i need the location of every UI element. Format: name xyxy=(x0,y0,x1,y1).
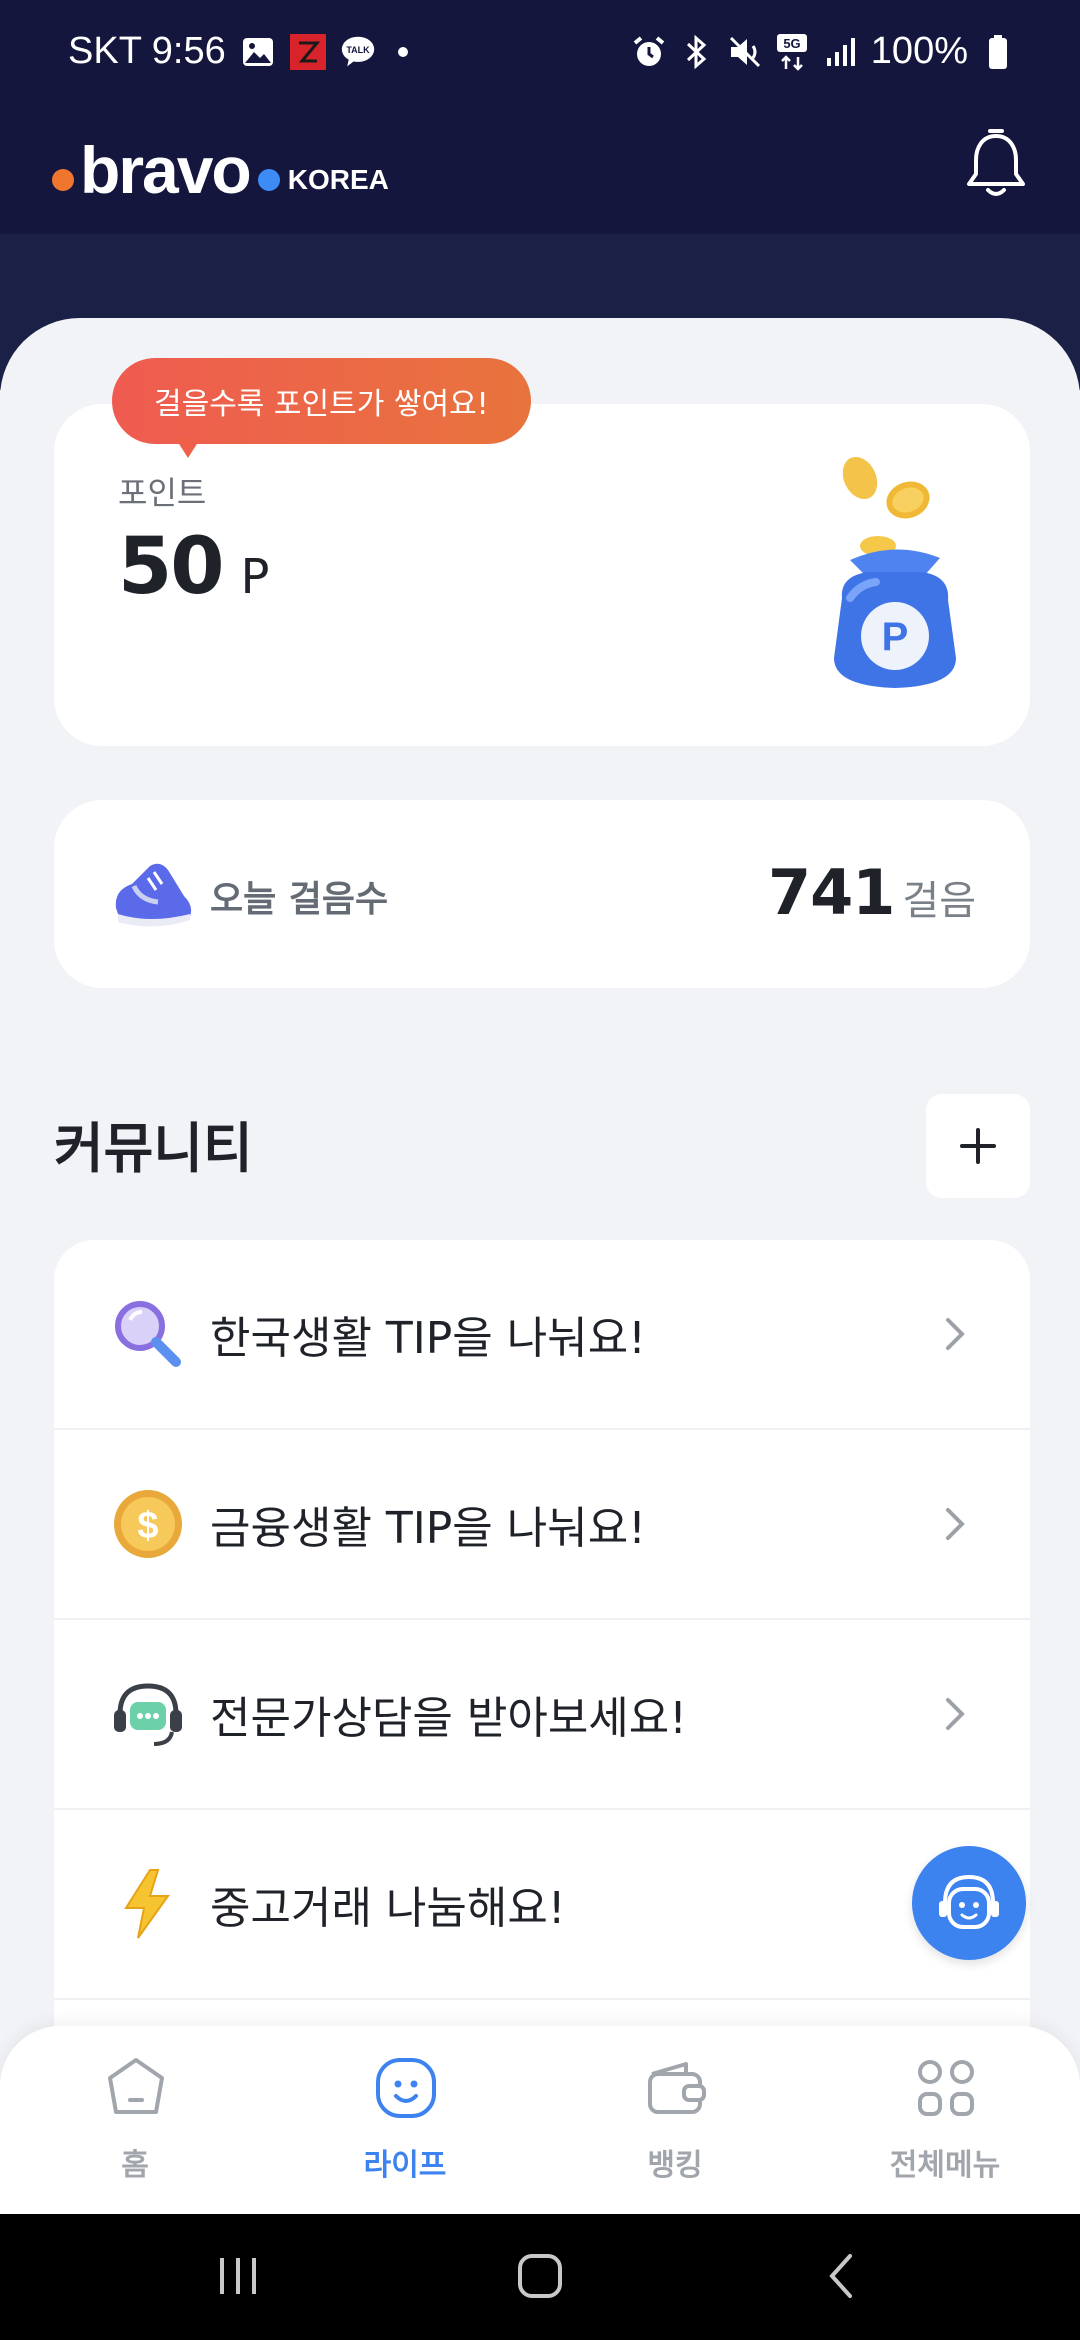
points-tooltip: 걸을수록 포인트가 쌓여요! xyxy=(112,358,531,444)
alarm-icon xyxy=(631,34,667,70)
nav-label: 전체메뉴 xyxy=(889,2148,1001,2183)
battery-percent: 100% xyxy=(870,30,968,72)
wallet-icon xyxy=(648,2062,706,2114)
lightning-icon xyxy=(110,1866,186,1942)
home-icon xyxy=(108,2058,164,2114)
logo-orange-dot xyxy=(52,169,74,191)
community-item-used-trade[interactable]: 중고거래 나눔해요! xyxy=(54,1810,1030,2000)
carrier-time: SKT 9:56 xyxy=(68,30,226,72)
battery-icon xyxy=(980,34,1016,70)
recent-apps-button[interactable] xyxy=(202,2240,274,2312)
home-system-button[interactable] xyxy=(504,2240,576,2312)
steps-value: 741 걸음 xyxy=(768,856,976,929)
nav-label: 홈 xyxy=(121,2148,149,2183)
smile-icon xyxy=(376,2058,436,2118)
back-button[interactable] xyxy=(806,2240,878,2312)
5g-icon: 5G xyxy=(775,33,811,71)
logo-text: bravo xyxy=(80,133,252,207)
points-number: 50 xyxy=(118,522,225,612)
steps-number: 741 xyxy=(767,856,895,929)
steps-card[interactable]: 오늘 걸음수 741 걸음 xyxy=(54,800,1030,988)
magnifier-icon xyxy=(110,1296,186,1372)
nav-label: 뱅킹 xyxy=(647,2148,703,2183)
chatbot-face-icon xyxy=(939,1874,999,1929)
z-app-icon xyxy=(289,33,326,70)
bravo-korea-logo[interactable]: bravo KOREA xyxy=(52,132,389,208)
gallery-icon xyxy=(240,34,276,70)
community-item-korea-life-tip[interactable]: 한국생활 TIP을 나눠요! xyxy=(54,1240,1030,1430)
headset-chat-icon xyxy=(110,1676,186,1752)
tooltip-tail xyxy=(174,436,202,458)
bell-icon xyxy=(967,129,1025,196)
recent-apps-icon xyxy=(220,2258,256,2294)
dollar-coin-icon: $ xyxy=(110,1486,186,1562)
add-post-button[interactable] xyxy=(926,1094,1030,1198)
nav-home[interactable]: 홈 xyxy=(0,2026,270,2214)
chevron-right-icon xyxy=(946,1318,965,1350)
bottom-navigation: 홈 라이프 뱅킹 전체메뉴 xyxy=(0,2026,1080,2214)
nav-label: 라이프 xyxy=(363,2148,447,2183)
community-item-finance-tip[interactable]: $ 금융생활 TIP을 나눠요! xyxy=(54,1430,1030,1620)
notification-dot xyxy=(397,46,408,57)
community-list: 한국생활 TIP을 나눠요! $ 금융생활 TIP을 나눠요! 전문가상담을 받… xyxy=(54,1240,1030,2100)
steps-label: 오늘 걸음수 xyxy=(210,879,389,920)
points-label: 포인트 xyxy=(118,474,207,512)
nav-life[interactable]: 라이프 xyxy=(270,2026,540,2214)
kakaotalk-icon: TALK xyxy=(340,34,376,70)
mute-icon xyxy=(727,34,763,70)
5g-text: 5G xyxy=(783,36,800,51)
nav-banking[interactable]: 뱅킹 xyxy=(540,2026,810,2214)
points-unit: P xyxy=(240,549,270,605)
community-item-label: 중고거래 나눔해요! xyxy=(210,1883,566,1934)
chatbot-button[interactable] xyxy=(912,1846,1026,1960)
community-item-label: 전문가상담을 받아보세요! xyxy=(210,1693,687,1744)
system-navigation-bar xyxy=(0,2214,1080,2340)
community-item-expert-consult[interactable]: 전문가상담을 받아보세요! xyxy=(54,1620,1030,1810)
logo-blue-dot xyxy=(257,169,280,191)
back-chevron-icon xyxy=(829,2254,852,2298)
money-bag-icon: P xyxy=(820,448,970,698)
chevron-right-icon xyxy=(946,1698,965,1730)
steps-unit: 걸음 xyxy=(902,878,976,924)
svg-text:$: $ xyxy=(137,1505,158,1547)
home-square-icon xyxy=(518,2254,562,2298)
points-value: 50 P xyxy=(118,522,270,612)
nav-all-menu[interactable]: 전체메뉴 xyxy=(810,2026,1080,2214)
talk-badge-text: TALK xyxy=(346,44,370,54)
chevron-right-icon xyxy=(946,1508,965,1540)
community-item-label: 한국생활 TIP을 나눠요! xyxy=(210,1313,646,1364)
app-header: bravo KOREA xyxy=(0,120,1080,236)
notification-bell-button[interactable] xyxy=(964,128,1028,200)
app-screen: SKT 9:56 TALK 5G 100% bravo KOREA 포인트 50… xyxy=(0,0,1080,2340)
money-bag-badge: P xyxy=(882,615,909,659)
status-bar: SKT 9:56 TALK 5G 100% xyxy=(0,0,1080,118)
logo-subtext: KOREA xyxy=(287,164,389,195)
sneaker-icon xyxy=(110,856,194,932)
community-item-label: 금융생활 TIP을 나눠요! xyxy=(210,1503,646,1554)
community-title: 커뮤니티 xyxy=(54,1117,253,1180)
plus-icon xyxy=(960,1128,996,1164)
bluetooth-icon xyxy=(679,34,715,70)
grid-icon xyxy=(918,2060,974,2116)
signal-icon xyxy=(823,34,859,70)
